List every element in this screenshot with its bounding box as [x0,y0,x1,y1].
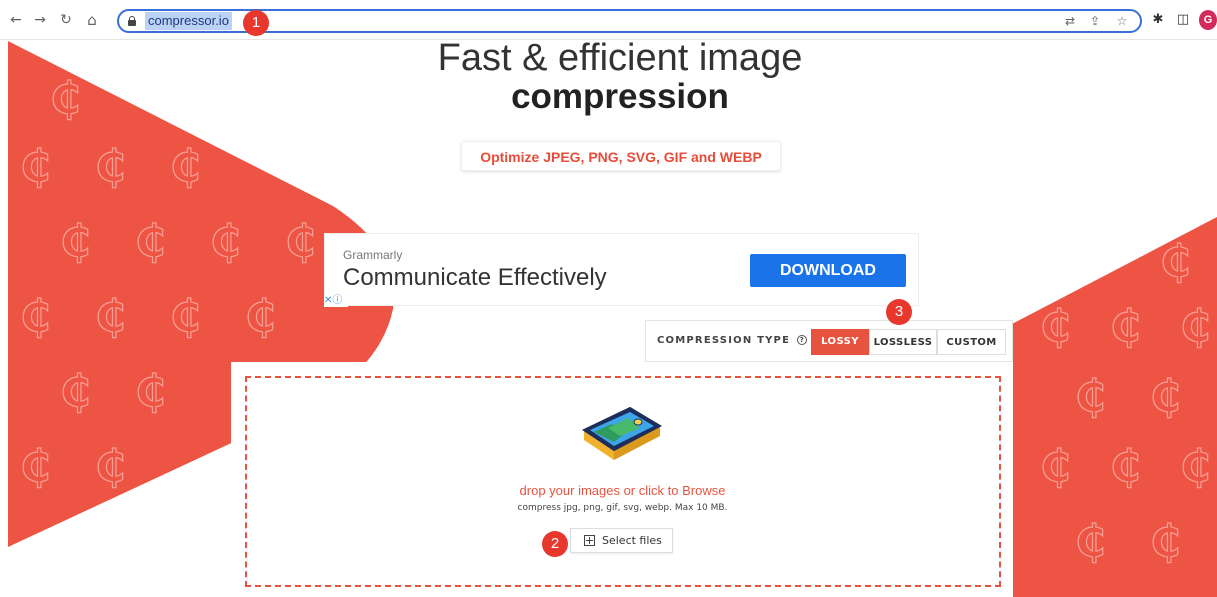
lock-icon[interactable] [128,16,136,26]
svg-text:₵: ₵ [170,291,201,342]
ad-choices-icon[interactable]: ✕ⓘ [324,295,348,307]
star-icon[interactable]: ☆ [1114,13,1130,29]
select-files-label: Select files [602,534,662,547]
svg-text:₵: ₵ [1040,301,1071,352]
image-upload-icon [581,406,663,460]
svg-text:₵: ₵ [135,366,166,417]
svg-text:₵: ₵ [20,141,51,192]
back-icon[interactable]: ← [8,11,24,29]
profile-avatar[interactable]: G [1199,10,1217,30]
ad-brand: Grammarly [343,248,403,262]
svg-text:₵: ₵ [20,291,51,342]
annotation-marker-2: 2 [542,531,568,557]
svg-text:₵: ₵ [1160,236,1191,287]
svg-text:₵: ₵ [245,291,276,342]
side-panel-icon[interactable]: ◫ [1175,11,1191,29]
formats-subtitle: Optimize JPEG, PNG, SVG, GIF and WEBP [461,141,781,171]
custom-button[interactable]: CUSTOM [937,329,1006,355]
annotation-marker-3: 3 [886,299,912,325]
select-files-button[interactable]: Select files [570,528,673,553]
svg-text:₵: ₵ [95,141,126,192]
lossless-button[interactable]: LOSSLESS [869,329,937,355]
compression-type-label: COMPRESSION TYPE ? : [657,321,817,361]
svg-text:₵: ₵ [135,216,166,267]
reload-icon[interactable]: ↻ [58,11,74,29]
svg-text:₵: ₵ [210,216,241,267]
svg-text:₵: ₵ [285,216,316,267]
browser-toolbar: ← → ↻ ⌂ compressor.io ⇄ ⇪ ☆ ✱ ◫ G [0,0,1217,40]
svg-text:₵: ₵ [1180,301,1211,352]
ad-download-button[interactable]: DOWNLOAD [750,254,906,287]
ad-headline[interactable]: Communicate Effectively [343,264,607,292]
translate-icon[interactable]: ⇄ [1062,13,1078,29]
svg-text:₵: ₵ [60,216,91,267]
svg-text:₵: ₵ [170,141,201,192]
hero-title-line2: compression [511,77,729,116]
extensions-icon[interactable]: ✱ [1150,11,1166,29]
lossy-button[interactable]: LOSSY [811,329,869,355]
svg-text:₵: ₵ [60,366,91,417]
address-bar[interactable]: compressor.io ⇄ ⇪ ☆ [117,9,1142,33]
annotation-marker-1: 1 [243,10,269,36]
dropzone-title[interactable]: drop your images or click to Browse [0,483,1217,498]
home-icon[interactable]: ⌂ [84,11,100,29]
svg-text:₵: ₵ [1075,371,1106,422]
svg-text:₵: ₵ [1150,371,1181,422]
url-text[interactable]: compressor.io [145,12,232,30]
help-icon[interactable]: ? [796,335,807,345]
svg-text:₵: ₵ [1150,516,1181,567]
ad-banner[interactable]: Grammarly Communicate Effectively DOWNLO… [324,233,919,306]
hero-title-line1: Fast & efficient image [437,41,803,79]
svg-text:₵: ₵ [1075,516,1106,567]
add-file-icon [584,535,595,546]
compression-type-bar: COMPRESSION TYPE ? : LOSSY LOSSLESS CUST… [645,320,1013,362]
share-icon[interactable]: ⇪ [1087,13,1103,29]
svg-text:₵: ₵ [95,291,126,342]
forward-icon[interactable]: → [32,11,48,29]
svg-text:₵: ₵ [1110,301,1141,352]
dropzone-hint: compress jpg, png, gif, svg, webp. Max 1… [517,503,728,513]
